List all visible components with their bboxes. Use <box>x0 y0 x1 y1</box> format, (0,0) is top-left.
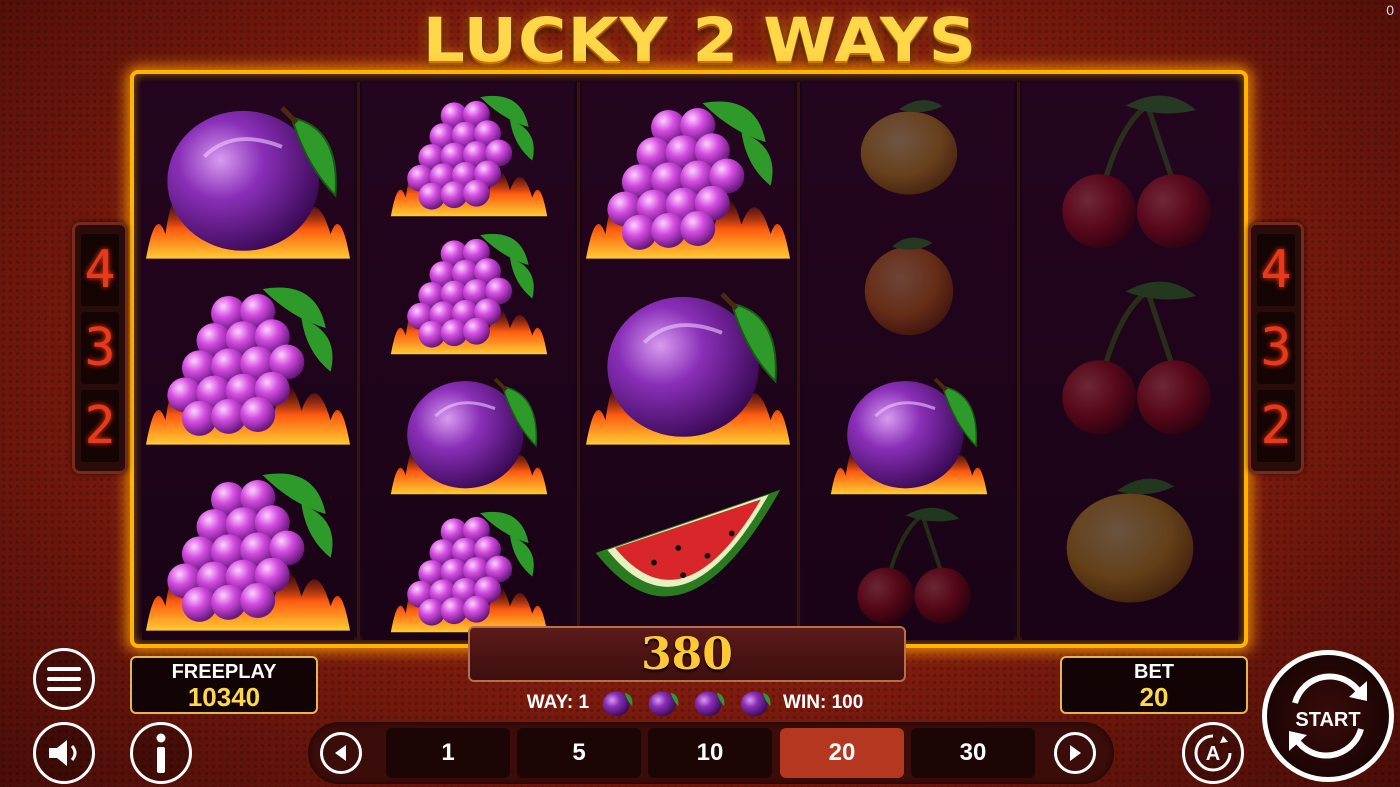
ways-digit: 2 <box>81 390 119 462</box>
reel-2 <box>362 82 574 640</box>
arrow-left-icon <box>335 745 346 761</box>
ways-digit: 3 <box>1257 312 1295 384</box>
bet-option-selected[interactable]: 20 <box>780 728 904 778</box>
plum-symbol <box>146 88 350 264</box>
plum-icon <box>740 691 771 717</box>
bet-option[interactable]: 10 <box>648 728 772 778</box>
bet-decrease-button[interactable] <box>320 732 362 774</box>
info-icon <box>156 733 166 773</box>
left-ways-indicator: 4 3 2 <box>72 222 128 474</box>
svg-text:A: A <box>1206 743 1220 765</box>
plum-icon <box>694 691 725 717</box>
ways-digit: 4 <box>81 234 119 306</box>
reels-frame <box>130 70 1248 648</box>
reel-divider <box>577 82 580 640</box>
ways-digit: 4 <box>1257 234 1295 306</box>
bet-option[interactable]: 30 <box>911 728 1035 778</box>
reel-divider <box>357 82 360 640</box>
reel-4 <box>802 82 1014 640</box>
bet-display: BET 20 <box>1060 656 1248 714</box>
bet-option[interactable]: 5 <box>517 728 641 778</box>
hamburger-menu-icon <box>47 667 81 691</box>
lemon-symbol <box>860 100 958 195</box>
plum-symbol <box>372 364 566 498</box>
reel-divider <box>797 82 800 640</box>
freeplay-value: 10340 <box>187 682 261 712</box>
plum-icon <box>602 691 633 717</box>
menu-button[interactable] <box>33 648 95 710</box>
freeplay-balance: FREEPLAY 10340 <box>130 656 318 714</box>
bet-increase-button[interactable] <box>1054 732 1096 774</box>
speaker-icon <box>49 740 77 766</box>
win-amount-display: 380 <box>468 626 906 682</box>
plum-icon <box>648 691 679 717</box>
bet-label: BET <box>1134 661 1174 683</box>
grapes-symbol <box>586 88 790 264</box>
way-label: WAY: 1 <box>526 692 590 713</box>
win-info-line: WAY: 1 WIN: 100 <box>480 686 910 720</box>
start-label: START <box>1295 709 1361 731</box>
plum-symbol <box>586 274 790 450</box>
game-title: LUCKY 2 WAYS <box>422 5 978 76</box>
freeplay-label: FREEPLAY <box>171 661 277 683</box>
reel-5 <box>1022 82 1238 640</box>
orange-symbol <box>864 237 954 336</box>
reel-divider <box>1017 82 1020 640</box>
reel-1 <box>142 82 354 640</box>
ways-digit: 2 <box>1257 390 1295 462</box>
bet-value: 20 <box>1139 682 1169 712</box>
start-spin-button[interactable]: START <box>1262 650 1394 782</box>
grapes-symbol <box>372 502 566 636</box>
watermelon-symbol <box>595 489 781 597</box>
win-amount: 380 <box>641 628 733 680</box>
cherries-symbol <box>1034 274 1226 450</box>
right-ways-indicator: 4 3 2 <box>1248 222 1304 474</box>
plum-symbol <box>812 364 1006 498</box>
bet-selector: 1 5 10 20 30 <box>308 722 1114 784</box>
reel-3 <box>582 82 794 640</box>
bet-option[interactable]: 1 <box>386 728 510 778</box>
cherries-symbol <box>824 502 994 636</box>
ways-digit: 3 <box>81 312 119 384</box>
arrow-right-icon <box>1070 745 1081 761</box>
info-button[interactable] <box>130 722 192 784</box>
grapes-symbol <box>372 224 566 358</box>
sound-button[interactable] <box>33 722 95 784</box>
autoplay-button[interactable]: A <box>1182 722 1244 784</box>
grapes-symbol <box>146 274 350 450</box>
grapes-symbol <box>146 460 350 636</box>
grapes-symbol <box>372 86 566 220</box>
autoplay-icon: A <box>1194 734 1232 772</box>
lemon-symbol <box>1066 478 1194 603</box>
win-label: WIN: 100 <box>783 692 864 713</box>
cherries-symbol <box>1034 88 1226 264</box>
